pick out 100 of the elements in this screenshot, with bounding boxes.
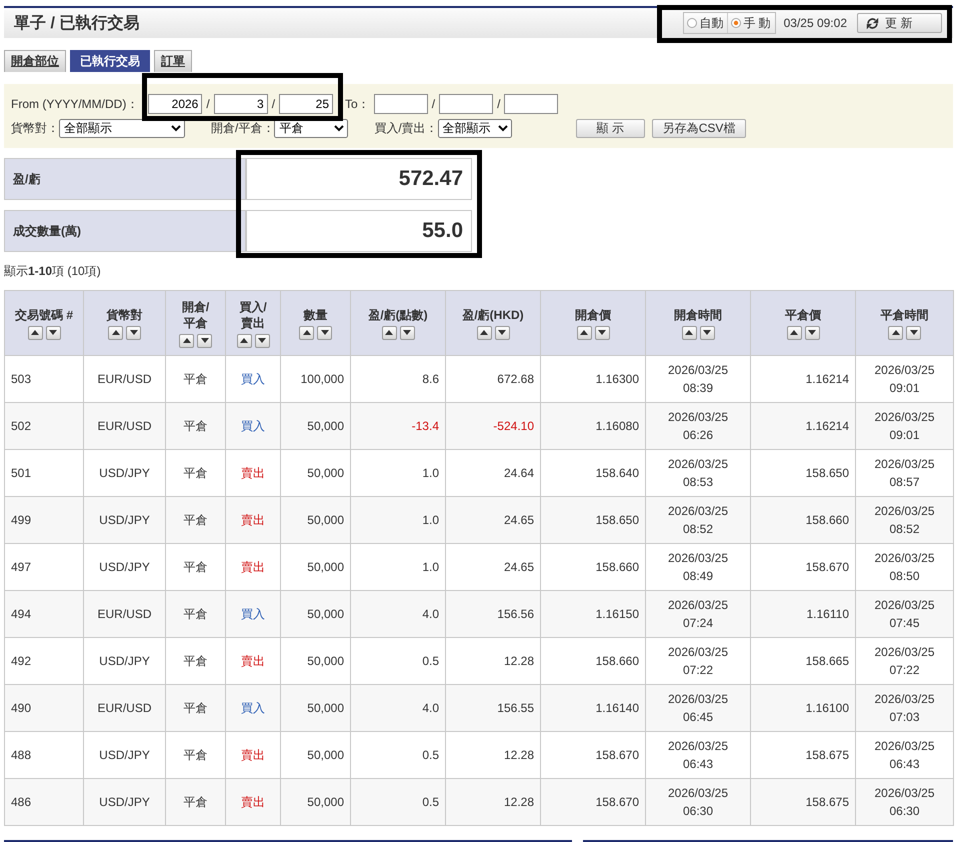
table-cell: 158.640 (540, 450, 646, 496)
sort-up-button[interactable] (682, 326, 696, 340)
table-cell: 158.675 (750, 778, 856, 826)
month-field[interactable] (439, 94, 494, 114)
table-cell: EUR/USD (84, 590, 166, 638)
table-cell: 2026/03/25 07:22 (856, 638, 954, 684)
sort-up-button[interactable] (299, 326, 314, 340)
table-cell: 1.16214 (750, 402, 856, 450)
table-cell: USD/JPY (84, 778, 166, 826)
triangle-up-icon (302, 330, 310, 335)
table-cell: 12.28 (446, 778, 540, 826)
sort-down-button[interactable] (700, 326, 714, 340)
table-cell: 平倉 (166, 496, 226, 544)
triangle-up-icon (892, 330, 900, 335)
table-cell: 8.6 (350, 356, 446, 402)
sort-up-button[interactable] (382, 326, 396, 340)
table-cell: 2026/03/25 08:52 (856, 496, 954, 544)
sort-up-button[interactable] (888, 326, 903, 340)
table-cell: 1.16100 (750, 684, 856, 732)
sort-up-button[interactable] (108, 326, 123, 340)
month-field[interactable]: 3 (214, 94, 268, 114)
dropdown[interactable]: 全部顯示 (438, 118, 512, 138)
table-cell: 502 (4, 402, 84, 450)
sort-up-button[interactable] (786, 326, 802, 340)
year-field[interactable] (374, 94, 428, 114)
sort-up-button[interactable] (236, 334, 252, 348)
table-cell: 50,000 (280, 638, 350, 684)
triangle-down-icon (598, 330, 606, 335)
table-cell: 2026/03/25 08:52 (646, 496, 750, 544)
column-header-label: 交易號碼 # (14, 306, 74, 322)
column-header-label: 開倉時間 (673, 306, 723, 322)
column-header-label: 貨幣對 (106, 306, 144, 322)
table-cell: USD/JPY (84, 450, 166, 496)
sort-up-button[interactable] (28, 326, 42, 340)
day-field[interactable] (504, 94, 558, 114)
triangle-up-icon (580, 330, 588, 335)
table-cell: 158.670 (540, 778, 646, 826)
csv-export-button[interactable]: 另存為CSV檔 (652, 118, 746, 138)
table-cell: 1.16110 (750, 590, 856, 638)
sort-up-button[interactable] (476, 326, 492, 340)
date-separator: / (432, 97, 436, 111)
sort-up-button[interactable] (179, 334, 194, 348)
table-cell: 賣出 (226, 450, 280, 496)
year-field[interactable]: 2026 (148, 94, 202, 114)
table-cell: 158.660 (750, 496, 856, 544)
table-cell: 買入 (226, 402, 280, 450)
dropdown[interactable]: 全部顯示 (59, 118, 185, 138)
table-cell: 156.55 (446, 684, 540, 732)
table-cell: USD/JPY (84, 496, 166, 544)
triangle-up-icon (182, 338, 190, 343)
table-cell: 50,000 (280, 450, 350, 496)
tab[interactable]: 訂單 (154, 50, 192, 72)
sort-down-button[interactable] (494, 326, 510, 340)
table-cell: 2026/03/25 07:22 (646, 638, 750, 684)
summary-value: 55.0 (246, 210, 472, 252)
tab[interactable]: 開倉部位 (4, 50, 66, 72)
radio-option[interactable]: 手 動 (727, 13, 775, 33)
table-cell: 平倉 (166, 402, 226, 450)
sort-down-button[interactable] (126, 326, 141, 340)
table-cell: 499 (4, 496, 84, 544)
table-cell: 50,000 (280, 544, 350, 590)
table-cell: 1.0 (350, 544, 446, 590)
sort-down-button[interactable] (254, 334, 270, 348)
sort-down-button[interactable] (906, 326, 921, 340)
date-label: From (YYYY/MM/DD)： (11, 96, 138, 112)
day-field[interactable]: 25 (279, 94, 334, 114)
table-cell: 2026/03/25 06:45 (646, 684, 750, 732)
table-cell: 158.670 (750, 544, 856, 590)
sort-up-button[interactable] (576, 326, 592, 340)
table-cell: -524.10 (446, 402, 540, 450)
sort-down-button[interactable] (317, 326, 332, 340)
tab[interactable]: 已執行交易 (70, 50, 150, 72)
table-cell: 1.16140 (540, 684, 646, 732)
radio-option[interactable]: 自動 (684, 13, 728, 33)
sort-down-button[interactable] (594, 326, 610, 340)
triangle-down-icon (49, 330, 57, 335)
table-cell: 100,000 (280, 356, 350, 402)
column-header-label: 數量 (302, 306, 328, 322)
table-cell: 158.650 (540, 496, 646, 544)
table-cell: 2026/03/25 07:45 (856, 590, 954, 638)
table-cell: 50,000 (280, 778, 350, 826)
table-cell: 12.28 (446, 732, 540, 778)
table-cell: 賣出 (226, 732, 280, 778)
table-cell: 2026/03/25 06:43 (856, 732, 954, 778)
sort-down-button[interactable] (400, 326, 414, 340)
triangle-up-icon (685, 330, 693, 335)
table-cell: 2026/03/25 06:43 (646, 732, 750, 778)
date-label: To： (345, 96, 370, 112)
show-button[interactable]: 顯 示 (576, 118, 645, 138)
column-header-label: 盈/虧(點數) (367, 306, 429, 322)
table-cell: 158.665 (750, 638, 856, 684)
table-cell: -13.4 (350, 402, 446, 450)
table-cell: 賣出 (226, 778, 280, 826)
sort-down-button[interactable] (46, 326, 60, 340)
sort-down-button[interactable] (197, 334, 212, 348)
refresh-button[interactable]: 更 新 (857, 13, 942, 33)
sort-down-button[interactable] (804, 326, 820, 340)
table-cell: 賣出 (226, 638, 280, 684)
table-cell: 0.5 (350, 638, 446, 684)
table-cell: 50,000 (280, 684, 350, 732)
